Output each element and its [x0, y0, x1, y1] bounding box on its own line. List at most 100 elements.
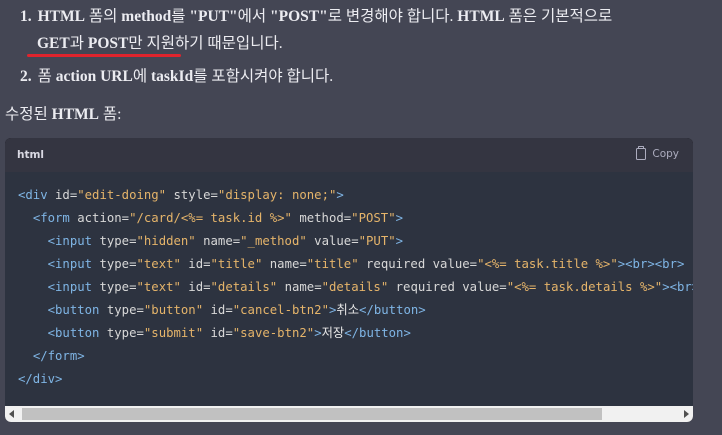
code-token: >: [395, 211, 403, 225]
code-token: type=: [106, 326, 144, 340]
code-line: <input type="hidden" name="_method" valu…: [18, 230, 693, 253]
text-segment: 로 변경해야 합니다.: [327, 8, 458, 25]
code-token: "/card/<%= task.id %>": [129, 211, 292, 225]
code-token: >: [395, 234, 404, 248]
code-token: type=: [99, 280, 137, 294]
code-token: "text": [136, 280, 181, 294]
text-get: GET: [37, 35, 70, 52]
list-number-2: 2.: [20, 68, 32, 85]
red-underline-annotation: [27, 54, 181, 57]
code-token: action=: [77, 211, 130, 225]
text-segment: 를 포함시켜야 합니다.: [193, 68, 334, 85]
text-put: "PUT": [189, 8, 238, 25]
text-segment: 에: [132, 68, 151, 85]
text-segment: 과: [69, 35, 88, 52]
code-token: "<%= task.title %>": [477, 257, 618, 271]
code-line: <button type="button" id="cancel-btn2">취…: [18, 299, 693, 322]
text-segment: 폼: [37, 68, 56, 85]
code-token: 저장: [321, 326, 345, 340]
text-segment: 폼은 기본적으로: [504, 8, 613, 25]
code-line: <input type="text" id="details" name="de…: [18, 276, 693, 299]
code-token: id=: [203, 326, 233, 340]
code-token: <input: [47, 234, 100, 248]
code-line: <input type="text" id="title" name="titl…: [18, 253, 693, 276]
code-token: name=: [277, 280, 322, 294]
code-token: 취소: [336, 303, 360, 317]
code-block-header: html Copy: [5, 138, 693, 172]
code-token: <div: [18, 188, 56, 202]
text-html: HTML: [51, 106, 100, 123]
text-segment: 수정된: [5, 106, 52, 123]
text-post: "POST": [270, 8, 328, 25]
code-token: <button: [47, 326, 107, 340]
code-token: type=: [106, 303, 144, 317]
clipboard-icon: [636, 146, 647, 160]
code-token: </button>: [359, 303, 426, 317]
code-token: <br>: [669, 280, 693, 294]
code-block: html Copy <div id="edit-doing" style="di…: [5, 138, 693, 422]
code-content: <div id="edit-doing" style="display: non…: [18, 184, 693, 391]
code-token: value=: [306, 234, 359, 248]
code-token: "edit-doing": [77, 188, 167, 202]
code-token: id=: [55, 188, 78, 202]
list-number-1: 1.: [20, 8, 32, 25]
code-token: "PUT": [358, 234, 396, 248]
code-token: type=: [99, 257, 137, 271]
code-token: name=: [262, 257, 307, 271]
code-token: type=: [99, 234, 137, 248]
text-segment: 를: [171, 8, 190, 25]
code-token: "title": [210, 257, 263, 271]
code-token: <input: [47, 280, 100, 294]
code-token: >: [662, 280, 670, 294]
code-token: style=: [166, 188, 218, 202]
code-token: "submit": [143, 326, 204, 340]
copy-code-button[interactable]: Copy: [636, 146, 679, 160]
text-action-url: action URL: [55, 68, 133, 85]
text-segment: 폼:: [99, 106, 122, 123]
code-line: <div id="edit-doing" style="display: non…: [18, 184, 693, 207]
list-item-2: 2. 폼 action URL에 taskId를 포함시켜야 합니다.: [20, 63, 333, 91]
text-html: HTML: [457, 8, 505, 25]
text-segment: 만 지원하기 때문입니다.: [128, 35, 283, 52]
code-token: id=: [203, 303, 233, 317]
code-token: "display: none;": [217, 188, 337, 202]
copy-label: Copy: [652, 148, 679, 160]
text-html: HTML: [37, 8, 85, 25]
code-token: method=: [291, 211, 352, 225]
scroll-right-arrow-icon[interactable]: [684, 410, 689, 418]
horizontal-scrollbar[interactable]: [5, 406, 693, 422]
code-token: "<%= task.details %>": [506, 280, 663, 294]
code-token: "text": [136, 257, 181, 271]
scroll-left-arrow-icon[interactable]: [9, 410, 14, 418]
code-token: <br>: [625, 257, 655, 271]
text-post: POST: [87, 35, 129, 52]
text-method: method: [121, 8, 172, 25]
code-token: </form>: [32, 349, 85, 363]
code-token: "button": [143, 303, 204, 317]
code-line: </div>: [18, 368, 693, 391]
scrollbar-thumb[interactable]: [22, 408, 602, 420]
code-token: <button: [47, 303, 107, 317]
code-token: id=: [180, 280, 211, 294]
text-segment: 폼의: [85, 8, 122, 25]
code-token: "details": [210, 280, 278, 294]
code-token: required value=: [358, 257, 478, 271]
code-line: <button type="submit" id="save-btn2">저장<…: [18, 322, 693, 345]
code-token: "cancel-btn2": [232, 303, 329, 317]
code-token: required value=: [388, 280, 507, 294]
code-line: <form action="/card/<%= task.id %>" meth…: [18, 207, 693, 230]
code-token: "save-btn2": [232, 326, 315, 340]
code-token: name=: [195, 234, 241, 248]
code-token: <input: [47, 257, 100, 271]
code-body[interactable]: <div id="edit-doing" style="display: non…: [5, 172, 693, 406]
text-segment: 에서: [237, 8, 270, 25]
code-token: >: [336, 188, 344, 202]
code-language-label: html: [17, 149, 45, 161]
code-token: id=: [180, 257, 211, 271]
